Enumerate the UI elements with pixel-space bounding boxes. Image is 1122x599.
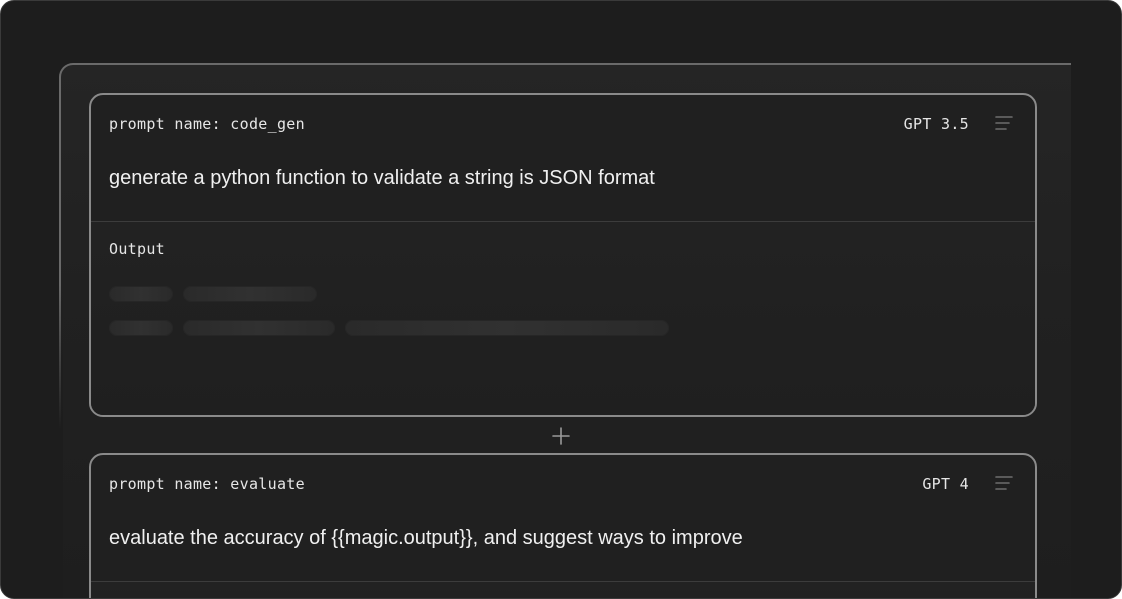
prompt-card-header: prompt name: evaluate GPT 4	[91, 455, 1035, 513]
loading-skeleton	[109, 320, 173, 336]
output-area	[91, 582, 1035, 598]
prompt-card-header: prompt name: code_gen GPT 3.5	[91, 95, 1035, 153]
output-label: Output	[109, 240, 165, 258]
menu-lines-icon[interactable]	[995, 115, 1013, 131]
app-frame: prompt name: code_gen GPT 3.5 generate a…	[0, 0, 1122, 599]
model-selector[interactable]: GPT 4	[922, 475, 969, 493]
output-area: Output	[91, 222, 1035, 415]
prompt-name-label: prompt name: evaluate	[109, 475, 305, 493]
menu-lines-icon[interactable]	[995, 475, 1013, 491]
prompt-card-evaluate[interactable]: prompt name: evaluate GPT 4 evaluate the…	[89, 453, 1037, 598]
prompt-name-label: prompt name: code_gen	[109, 115, 305, 133]
loading-skeleton	[183, 320, 335, 336]
loading-skeleton	[183, 286, 317, 302]
prompt-text[interactable]: generate a python function to validate a…	[109, 167, 655, 190]
plus-icon[interactable]	[552, 427, 570, 445]
loading-skeleton	[345, 320, 669, 336]
prompt-text[interactable]: evaluate the accuracy of {{magic.output}…	[109, 527, 743, 550]
prompt-card-code-gen[interactable]: prompt name: code_gen GPT 3.5 generate a…	[89, 93, 1037, 417]
model-selector[interactable]: GPT 3.5	[904, 115, 969, 133]
loading-skeleton	[109, 286, 173, 302]
